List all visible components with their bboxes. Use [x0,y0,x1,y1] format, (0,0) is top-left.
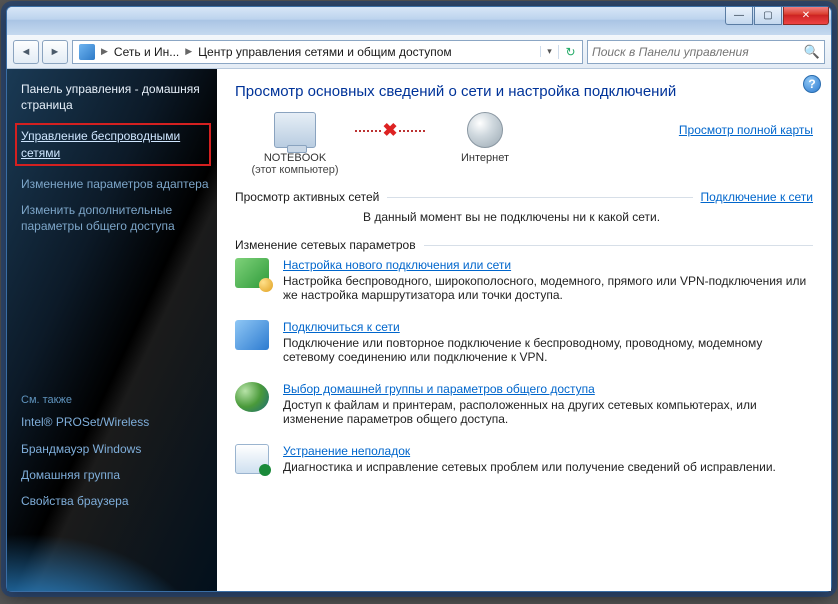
chevron-icon: ▶ [101,46,108,57]
connect-icon [235,320,269,350]
connect-link[interactable]: Подключение к сети [701,190,813,204]
connection-broken: ✖ [355,112,425,148]
change-settings-heading: Изменение сетевых параметров [235,238,416,252]
minimize-button[interactable]: — [725,7,753,25]
option-desc: Настройка беспроводного, широкополосного… [283,274,806,302]
option-homegroup[interactable]: Выбор домашней группы и параметров общег… [235,382,813,426]
window: — ▢ ✕ ◄ ► ▶ Сеть и Ин... ▶ Центр управле… [6,6,832,592]
option-new-connection[interactable]: Настройка нового подключения или сети На… [235,258,813,302]
option-desc: Диагностика и исправление сетевых пробле… [283,460,776,474]
control-panel-icon [79,44,95,60]
node-net-name: Интернет [425,152,545,164]
toolbar: ◄ ► ▶ Сеть и Ин... ▶ Центр управления се… [7,35,831,69]
sidebar-home-link[interactable]: Панель управления - домашняя страница [21,81,209,113]
cross-icon: ✖ [381,121,399,139]
option-troubleshoot[interactable]: Устранение неполадок Диагностика и испра… [235,444,813,474]
option-title[interactable]: Устранение неполадок [283,444,776,458]
sidebar-wireless-link[interactable]: Управление беспроводными сетями [15,123,211,165]
refresh-button[interactable]: ↻ [558,45,582,59]
breadcrumb-1[interactable]: Сеть и Ин... [108,45,185,59]
sidebar-link-intel[interactable]: Intel® PROSet/Wireless [21,414,209,430]
address-dropdown[interactable]: ▾ [540,46,558,57]
search-input[interactable] [592,45,804,59]
close-button[interactable]: ✕ [783,7,829,25]
sidebar-advanced-link[interactable]: Изменить дополнительные параметры общего… [21,202,209,234]
option-title[interactable]: Подключиться к сети [283,320,813,334]
titlebar: — ▢ ✕ [7,7,831,35]
homegroup-icon [235,382,269,412]
node-pc-sub: (этот компьютер) [235,164,355,176]
main-content: ? Просмотр основных сведений о сети и на… [217,69,831,591]
sidebar-link-homegroup[interactable]: Домашняя группа [21,467,209,483]
search-icon: 🔍 [804,44,820,60]
network-map: NOTEBOOK (этот компьютер) ✖ Интернет [235,112,813,176]
node-pc-name: NOTEBOOK [235,152,355,164]
option-title[interactable]: Выбор домашней группы и параметров общег… [283,382,813,396]
sidebar: Панель управления - домашняя страница Уп… [7,69,217,591]
globe-icon [467,112,503,148]
nav-back-button[interactable]: ◄ [13,40,39,64]
address-bar[interactable]: ▶ Сеть и Ин... ▶ Центр управления сетями… [72,40,583,64]
no-network-note: В данный момент вы не подключены ни к ка… [363,210,813,224]
node-this-pc[interactable]: NOTEBOOK (этот компьютер) [235,112,355,176]
sidebar-link-firewall[interactable]: Брандмауэр Windows [21,441,209,457]
option-desc: Подключение или повторное подключение к … [283,336,762,364]
option-desc: Доступ к файлам и принтерам, расположенн… [283,398,757,426]
node-internet[interactable]: Интернет [425,112,545,164]
new-connection-icon [235,258,269,288]
help-button[interactable]: ? [803,75,821,93]
sidebar-link-browser[interactable]: Свойства браузера [21,493,209,509]
search-box[interactable]: 🔍 [587,40,825,64]
page-title: Просмотр основных сведений о сети и наст… [235,83,813,100]
option-connect[interactable]: Подключиться к сети Подключение или повт… [235,320,813,364]
breadcrumb-2[interactable]: Центр управления сетями и общим доступом [192,45,458,59]
see-also-heading: См. также [21,394,209,406]
sidebar-adapter-link[interactable]: Изменение параметров адаптера [21,176,209,192]
nav-forward-button[interactable]: ► [42,40,68,64]
troubleshoot-icon [235,444,269,474]
option-title[interactable]: Настройка нового подключения или сети [283,258,813,272]
chevron-icon: ▶ [185,46,192,57]
maximize-button[interactable]: ▢ [754,7,782,25]
active-networks-heading: Просмотр активных сетей [235,190,379,204]
computer-icon [274,112,316,148]
